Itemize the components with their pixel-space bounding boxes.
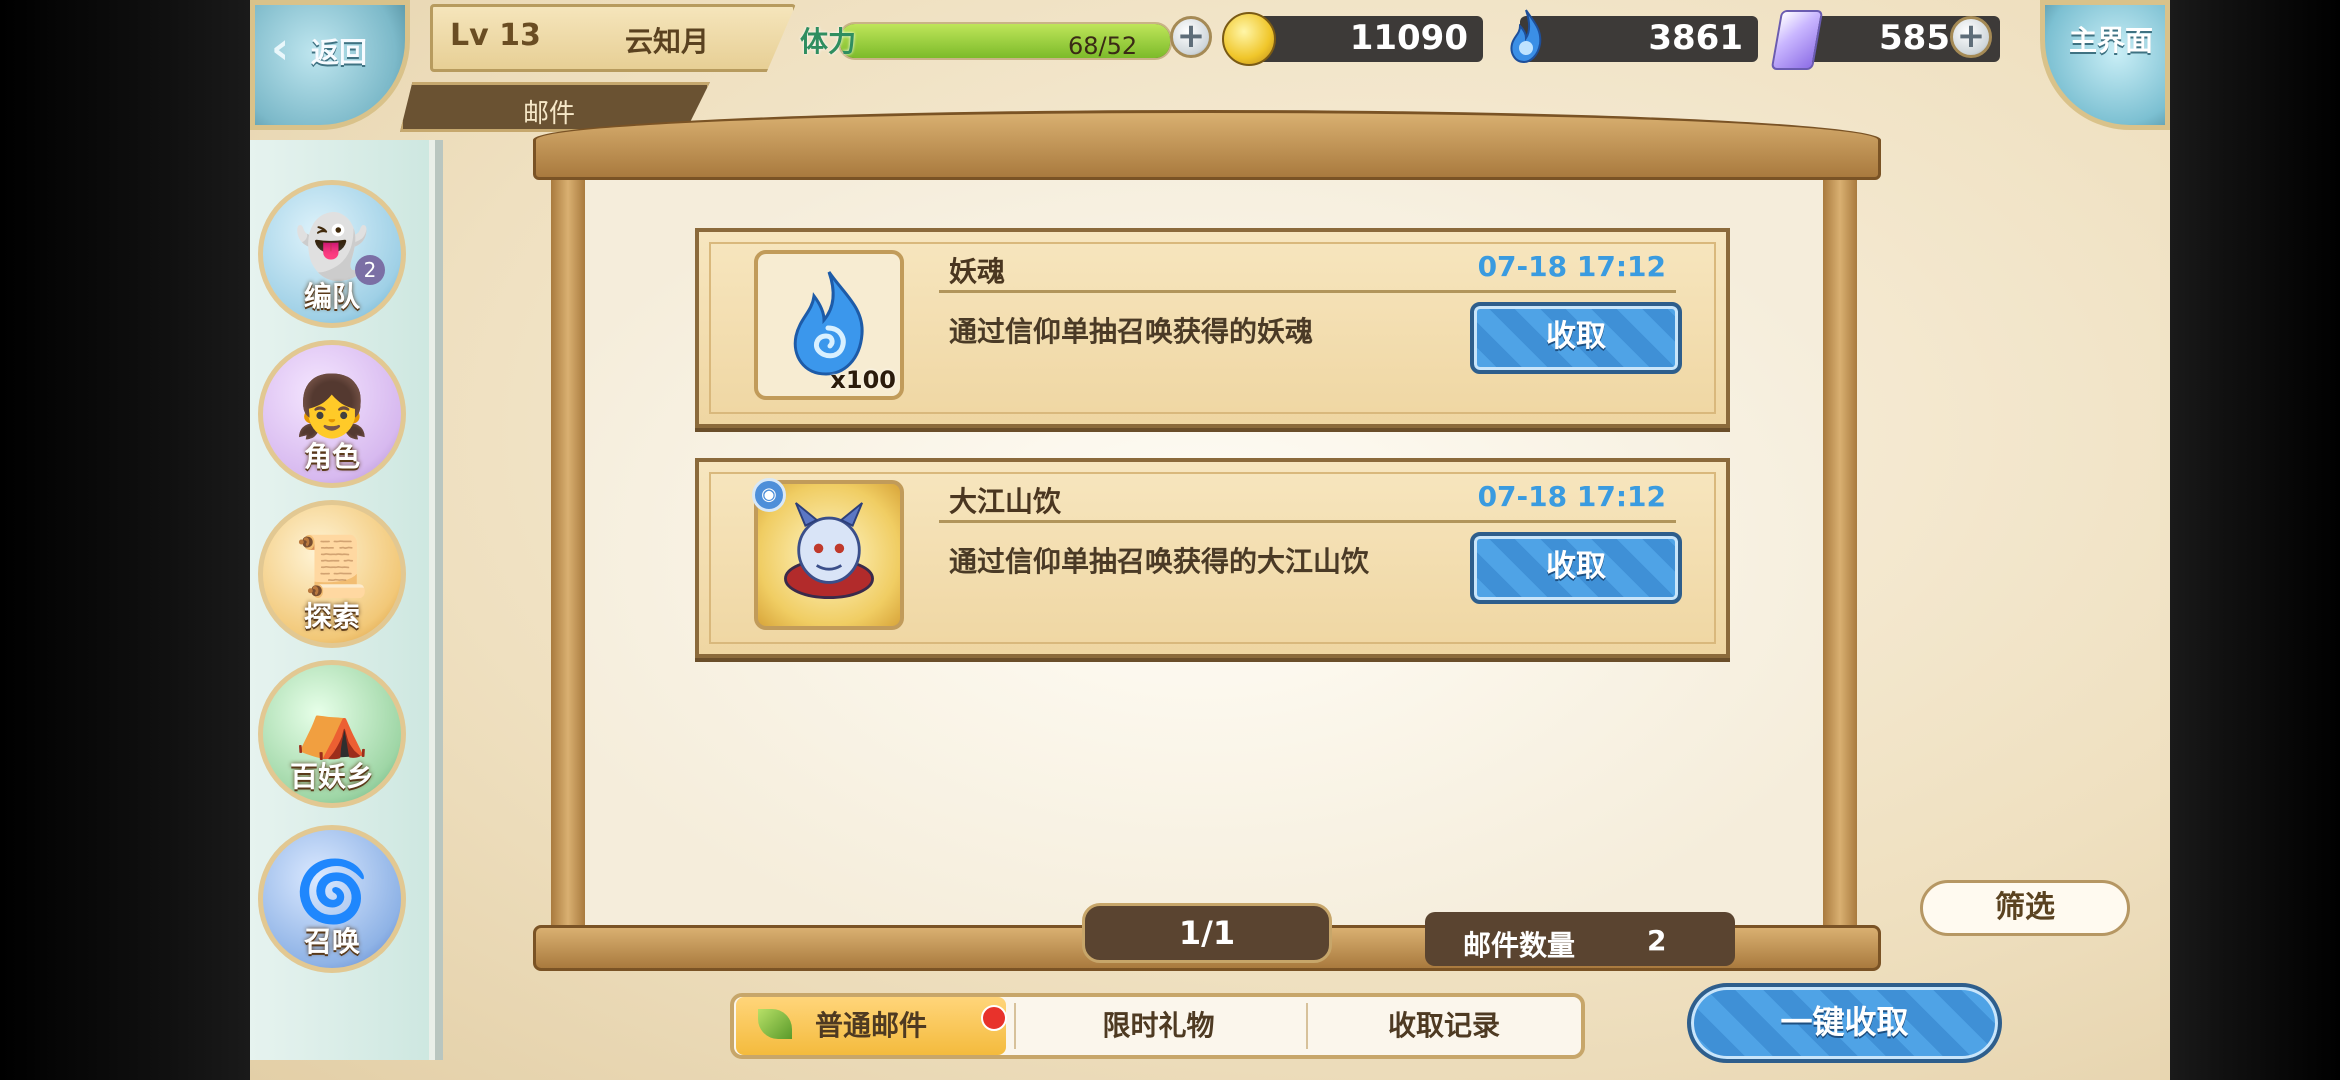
nav-village-button[interactable]: ⛺ 百妖乡: [258, 660, 406, 808]
claim-all-button[interactable]: 一键收取: [1687, 983, 2002, 1063]
gem-value: 585: [1879, 18, 1950, 58]
nav-character-label: 角色: [303, 440, 360, 473]
add-stamina-button[interactable]: +: [1170, 16, 1212, 58]
claim-button[interactable]: 收取: [1470, 302, 1682, 374]
tent-icon: ⛺: [294, 692, 370, 762]
nav-village-label: 百妖乡: [289, 760, 374, 793]
reward-icon-box: x100: [754, 250, 904, 400]
character-icon: 👧: [294, 372, 370, 442]
nav-explore-button[interactable]: 📜 探索: [258, 500, 406, 648]
stamina-value: 68/52: [1068, 32, 1138, 60]
mail-date: 07-18 17:12: [1477, 480, 1666, 513]
gold-value: 11090: [1349, 18, 1468, 58]
tab-normal-mail[interactable]: 普通邮件: [736, 997, 1007, 1055]
tab-limited-gift[interactable]: 限时礼物: [1016, 997, 1301, 1055]
nav-summon-label: 召唤: [303, 925, 360, 958]
page-indicator: 1/1: [1082, 903, 1332, 963]
mail-date: 07-18 17:12: [1477, 250, 1666, 283]
nav-team-label: 编队: [303, 280, 360, 313]
mail-divider: [939, 520, 1676, 523]
mail-count-label: 邮件数量: [1463, 929, 1576, 962]
frame-left-post: [551, 150, 585, 940]
mail-count-value: 2: [1647, 924, 1667, 957]
blue-soul-icon: [793, 271, 864, 376]
left-letterbox: [0, 0, 250, 1080]
tab-normal-mail-label: 普通邮件: [814, 1009, 927, 1042]
mail-title: 妖魂: [949, 255, 1006, 288]
back-label: 返回: [311, 36, 368, 69]
mail-tabs: 普通邮件 限时礼物 收取记录: [730, 993, 1585, 1059]
tab-claim-history[interactable]: 收取记录: [1308, 997, 1580, 1055]
soul-value: 3861: [1648, 18, 1743, 58]
reward-icon-box: ◉: [752, 478, 904, 630]
character-portrait-icon: [784, 502, 874, 600]
mail-item[interactable]: x100 妖魂 07-18 17:12 通过信仰单抽召唤获得的妖魂 收取: [695, 228, 1730, 428]
frame-top-beam: [533, 110, 1881, 180]
mail-title: 大江山饮: [949, 485, 1062, 518]
notification-dot-icon: [981, 1005, 1007, 1031]
nav-summon-button[interactable]: 🌀 召唤: [258, 825, 406, 973]
player-name: 云知月: [625, 25, 710, 58]
mail-item[interactable]: ◉ 大江山饮 07-18 17:12 通过信仰单抽召唤获得的大江山饮 收取: [695, 458, 1730, 658]
player-level: Lv 13: [450, 18, 541, 53]
add-gem-button[interactable]: +: [1950, 16, 1992, 58]
leaf-icon: [758, 1009, 792, 1039]
top-bar: Lv 13 云知月 体力 68/52 + 11090 3861 585 + 主界…: [250, 0, 2170, 130]
mail-count: 邮件数量 2: [1425, 912, 1735, 966]
back-arrow-icon: ‹: [271, 23, 290, 74]
home-label: 主界面: [2069, 24, 2154, 57]
mail-divider: [939, 290, 1676, 293]
back-button[interactable]: ‹ 返回: [250, 0, 410, 130]
mail-description: 通过信仰单抽召唤获得的妖魂: [949, 315, 1314, 348]
frame-right-post: [1823, 150, 1857, 940]
stamina-label: 体力: [800, 25, 857, 58]
mail-description: 通过信仰单抽召唤获得的大江山饮: [949, 545, 1370, 578]
right-letterbox: [2170, 0, 2340, 1080]
home-button[interactable]: 主界面: [2040, 0, 2170, 130]
side-nav: 👻 2 编队 👧 角色 📜 探索 ⛺ 百妖乡 🌀 召唤: [250, 140, 443, 1060]
scroll-map-icon: 📜: [294, 532, 370, 602]
game-screen: 👻 2 编队 👧 角色 📜 探索 ⛺ 百妖乡 🌀 召唤 Lv 13 云知月 体力…: [250, 0, 2170, 1080]
claim-button[interactable]: 收取: [1470, 532, 1682, 604]
nav-character-button[interactable]: 👧 角色: [258, 340, 406, 488]
reward-quantity: x100: [830, 366, 896, 394]
swirl-icon: 🌀: [294, 857, 370, 927]
nav-team-button[interactable]: 👻 2 编队: [258, 180, 406, 328]
filter-button[interactable]: 筛选: [1920, 880, 2130, 936]
nav-explore-label: 探索: [303, 600, 360, 633]
